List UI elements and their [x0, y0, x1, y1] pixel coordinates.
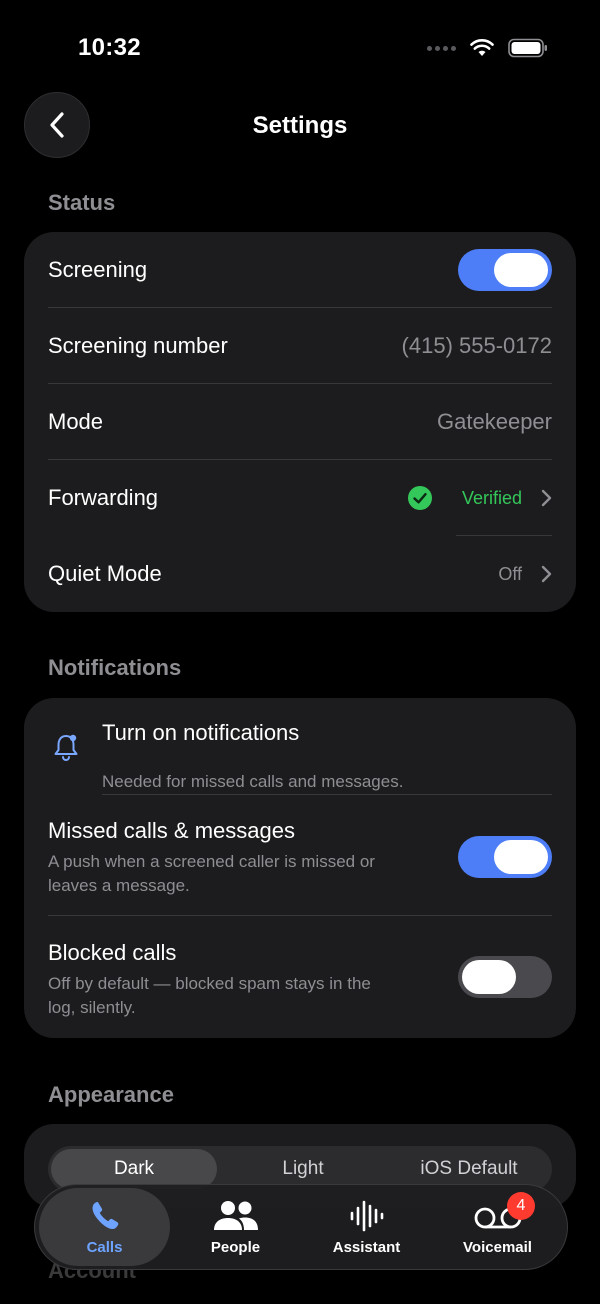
voicemail-badge: 4: [507, 1192, 535, 1220]
quiet-mode-label: Quiet Mode: [48, 561, 162, 586]
phone-icon: [92, 1201, 118, 1229]
notifications-card: Turn on notifications Needed for missed …: [24, 698, 576, 1038]
tab-calls-label: Calls: [86, 1238, 123, 1256]
tab-people-label: People: [210, 1238, 261, 1256]
screening-row: Screening: [48, 246, 552, 294]
blocked-calls-row: Blocked calls Off by default — blocked s…: [48, 940, 552, 1020]
missed-calls-toggle[interactable]: [458, 836, 552, 878]
chevron-right-icon: [540, 489, 552, 507]
quiet-mode-row[interactable]: Quiet Mode Off: [48, 550, 552, 598]
divider: [102, 794, 552, 795]
divider: [48, 459, 552, 460]
cellular-signal-icon: [427, 45, 456, 51]
divider: [456, 535, 552, 536]
people-icon: [213, 1200, 258, 1230]
bell-icon: [54, 734, 78, 761]
tab-assistant[interactable]: Assistant: [301, 1188, 432, 1266]
forwarding-status-value: Verified: [461, 487, 522, 508]
turn-on-notifications-subtitle: Needed for missed calls and messages.: [102, 772, 404, 791]
tab-voicemail[interactable]: Voicemail 4: [432, 1188, 563, 1266]
screening-toggle[interactable]: [458, 249, 552, 291]
mode-row[interactable]: Mode Gatekeeper: [48, 398, 552, 446]
status-card: Screening Screening number (415) 555-017…: [24, 232, 576, 612]
turn-on-notifications-row[interactable]: Turn on notifications Needed for missed …: [48, 718, 552, 791]
tab-assistant-label: Assistant: [332, 1238, 401, 1256]
blocked-calls-description-line2: log, silently.: [48, 998, 136, 1017]
screening-number-label: Screening number: [48, 333, 228, 358]
status-bar: 10:32: [0, 0, 600, 96]
divider: [48, 915, 552, 916]
section-heading-appearance: Appearance: [48, 1082, 174, 1107]
chevron-right-icon: [540, 565, 552, 583]
page-title: Settings: [252, 112, 348, 139]
check-circle-icon: [407, 486, 432, 510]
section-heading-notifications: Notifications: [48, 655, 182, 680]
forwarding-label: Forwarding: [48, 485, 159, 510]
nav-bar: Settings: [0, 92, 600, 158]
screening-label: Screening: [48, 257, 148, 282]
blocked-calls-toggle[interactable]: [458, 956, 552, 998]
turn-on-notifications-title: Turn on notifications: [102, 720, 300, 745]
tab-voicemail-label: Voicemail: [463, 1238, 532, 1256]
divider: [48, 383, 552, 384]
status-time: 10:32: [78, 34, 141, 61]
screening-number-row[interactable]: Screening number (415) 555-0172: [48, 322, 552, 370]
wifi-icon: [470, 39, 494, 56]
forwarding-row[interactable]: Forwarding Verified: [48, 474, 552, 522]
divider: [48, 307, 552, 308]
mode-label: Mode: [48, 409, 104, 434]
waveform-icon: [350, 1200, 383, 1231]
tab-bar: Calls People Assistant Voicemail 4: [34, 1184, 568, 1270]
battery-icon: [508, 38, 547, 58]
mode-value: Gatekeeper: [437, 409, 552, 434]
section-heading-status: Status: [48, 190, 116, 215]
status-icons: [427, 38, 548, 58]
quiet-mode-value: Off: [498, 563, 522, 584]
tab-people[interactable]: People: [170, 1188, 301, 1266]
tab-calls[interactable]: Calls: [39, 1188, 170, 1266]
missed-calls-row: Missed calls & messages A push when a sc…: [48, 818, 552, 898]
appearance-option-dark[interactable]: Dark: [51, 1149, 217, 1189]
screening-number-value: (415) 555-0172: [401, 333, 552, 358]
